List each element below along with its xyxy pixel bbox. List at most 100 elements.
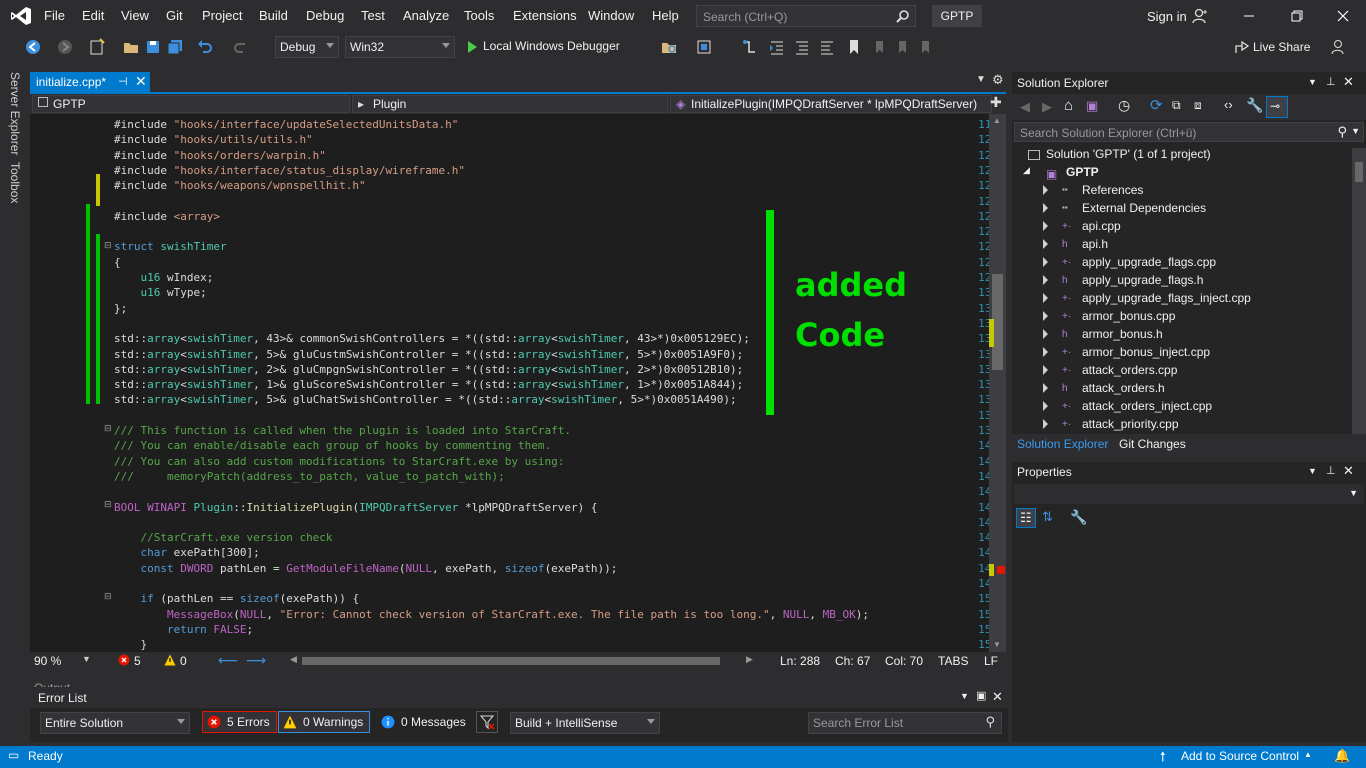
solution-tree-item[interactable]: ▪▪ External Dependencies: [1062, 201, 1206, 215]
code-line[interactable]: /// You can enable/disable each group of…: [114, 439, 551, 452]
undo-icon[interactable]: [196, 38, 214, 56]
property-pages-icon[interactable]: 🔧: [1070, 509, 1087, 526]
solution-node[interactable]: Solution 'GPTP' (1 of 1 project): [1028, 147, 1211, 161]
collapsed-arrow-icon[interactable]: [1043, 347, 1048, 357]
se-code-view-icon[interactable]: ‹›: [1224, 97, 1233, 112]
solution-view-icon[interactable]: [695, 38, 713, 56]
code-line[interactable]: std::array<swishTimer, 43>& commonSwishC…: [114, 332, 750, 345]
line-ending[interactable]: LF: [984, 654, 998, 668]
code-line[interactable]: #include "hooks/orders/warpin.h": [114, 149, 326, 162]
se-scrollbar[interactable]: [1352, 148, 1366, 434]
notifications-bell-icon[interactable]: 🔔: [1334, 748, 1350, 764]
solution-tree-item[interactable]: +· attack_orders_inject.cpp: [1062, 399, 1212, 413]
se-scroll-thumb[interactable]: [1355, 162, 1363, 182]
zoom-dropdown-icon[interactable]: ▼: [82, 654, 91, 664]
collapsed-arrow-icon[interactable]: [1043, 401, 1048, 411]
editor-vertical-scrollbar[interactable]: ▲ ▼: [989, 114, 1006, 652]
warnings-filter-button[interactable]: 0 Warnings: [278, 711, 371, 733]
error-list-options-icon[interactable]: ▼: [960, 691, 969, 701]
save-all-icon[interactable]: [166, 38, 184, 56]
scope-nav-select[interactable]: Plugin ▸: [352, 95, 668, 113]
code-line[interactable]: char exePath[300];: [114, 546, 260, 559]
se-switch-views-icon[interactable]: ▣: [1086, 98, 1098, 114]
add-to-source-control-button[interactable]: Add to Source Control: [1181, 749, 1299, 763]
error-count[interactable]: 5: [134, 654, 141, 668]
live-share-button[interactable]: Live Share: [1253, 40, 1310, 54]
solution-tree-item[interactable]: +· apply_upgrade_flags.cpp: [1062, 255, 1216, 269]
collapsed-arrow-icon[interactable]: [1043, 383, 1048, 393]
solution-tree-item[interactable]: h api.h: [1062, 237, 1108, 251]
solution-tree-item[interactable]: h apply_upgrade_flags.h: [1062, 273, 1203, 287]
feedback-icon[interactable]: [1330, 38, 1348, 56]
collapse-function-icon[interactable]: ⊟: [104, 499, 112, 510]
properties-close-icon[interactable]: ✕: [1343, 463, 1354, 479]
menu-test[interactable]: Test: [361, 8, 385, 23]
tab-git-changes[interactable]: Git Changes: [1119, 437, 1186, 451]
pin-tab-icon[interactable]: ⊣: [118, 75, 128, 88]
solution-tree-item[interactable]: +· attack_orders.cpp: [1062, 363, 1177, 377]
solution-tree-item[interactable]: +· armor_bonus.cpp: [1062, 309, 1175, 323]
menu-view[interactable]: View: [121, 8, 149, 23]
collapsed-arrow-icon[interactable]: [1043, 221, 1048, 231]
menu-analyze[interactable]: Analyze: [403, 8, 449, 23]
warning-count[interactable]: 0: [180, 654, 187, 668]
code-line[interactable]: //StarCraft.exe version check: [114, 531, 333, 544]
scroll-right-icon[interactable]: ▶: [746, 654, 753, 665]
error-count-icon[interactable]: [118, 654, 130, 666]
tab-solution-explorer[interactable]: Solution Explorer: [1017, 437, 1108, 451]
code-line[interactable]: std::array<swishTimer, 5>& gluChatSwishC…: [114, 393, 737, 406]
menu-git[interactable]: Git: [166, 8, 183, 23]
scroll-left-icon[interactable]: ◀: [290, 654, 297, 665]
new-project-icon[interactable]: [88, 38, 106, 56]
se-collapse-all-icon[interactable]: ⧉: [1172, 98, 1181, 113]
collapsed-arrow-icon[interactable]: [1043, 239, 1048, 249]
code-line[interactable]: }: [114, 638, 147, 651]
tab-list-dropdown-icon[interactable]: ▼: [976, 74, 986, 85]
menu-debug[interactable]: Debug: [306, 8, 344, 23]
se-sync-icon[interactable]: ⟳: [1150, 96, 1163, 114]
solution-tree-item[interactable]: +· apply_upgrade_flags_inject.cpp: [1062, 291, 1251, 305]
code-line[interactable]: /// This function is called when the plu…: [114, 424, 571, 437]
solution-tree-item[interactable]: +· attack_priority.cpp: [1062, 417, 1179, 431]
find-in-files-icon[interactable]: [660, 38, 678, 56]
se-back-icon[interactable]: ◀: [1020, 99, 1030, 115]
project-node[interactable]: ▣ GPTP: [1046, 165, 1099, 181]
clear-filter-button[interactable]: [476, 711, 498, 733]
start-debugging-icon[interactable]: [463, 38, 481, 56]
redo-icon[interactable]: [232, 38, 250, 56]
warning-count-icon[interactable]: [164, 654, 176, 666]
menu-window[interactable]: Window: [588, 8, 634, 23]
code-line[interactable]: /// memoryPatch(address_to_patch, value_…: [114, 470, 505, 483]
previous-bookmark-icon[interactable]: [870, 38, 888, 56]
code-line[interactable]: return FALSE;: [114, 623, 253, 636]
menu-help[interactable]: Help: [652, 8, 679, 23]
code-line[interactable]: #include <array>: [114, 210, 220, 223]
menu-project[interactable]: Project: [202, 8, 242, 23]
error-list-maximize-icon[interactable]: ▣: [976, 689, 986, 702]
collapsed-arrow-icon[interactable]: [1043, 365, 1048, 375]
code-line[interactable]: const DWORD pathLen = GetModuleFileName(…: [114, 562, 618, 575]
navigate-back-icon[interactable]: [24, 38, 42, 56]
se-pin-icon[interactable]: ⊥: [1326, 75, 1336, 88]
code-editor[interactable]: 119#include "hooks/interface/updateSelec…: [30, 114, 1006, 652]
uncomment-lines-icon[interactable]: [818, 38, 836, 56]
next-bookmark-icon[interactable]: [893, 38, 911, 56]
code-line[interactable]: std::array<swishTimer, 1>& gluScoreSwish…: [114, 378, 743, 391]
expanded-arrow-icon[interactable]: ◢: [1023, 165, 1030, 176]
scroll-down-icon[interactable]: ▼: [993, 640, 1001, 649]
bookmark-icon[interactable]: [845, 38, 863, 56]
se-search-options-icon[interactable]: ▼: [1351, 126, 1360, 136]
minimize-button[interactable]: [1234, 6, 1264, 26]
project-nav-select[interactable]: GPTP: [32, 95, 350, 113]
navigate-forward-icon[interactable]: [56, 38, 74, 56]
se-properties-icon[interactable]: 🔧: [1246, 97, 1263, 114]
collapse-if-icon[interactable]: ⊟: [104, 591, 112, 602]
account-icon[interactable]: [1192, 8, 1208, 24]
se-show-all-files-icon[interactable]: ⧈: [1194, 98, 1202, 113]
member-nav-select[interactable]: InitializePlugin(IMPQDraftServer * lpMPQ…: [670, 95, 992, 113]
code-line[interactable]: #include "hooks/interface/updateSelected…: [114, 118, 458, 131]
code-line[interactable]: u16 wType;: [114, 286, 207, 299]
collapsed-arrow-icon[interactable]: [1043, 329, 1048, 339]
solution-tree-item[interactable]: +· api.cpp: [1062, 219, 1121, 233]
zoom-level[interactable]: 90 %: [34, 654, 61, 668]
